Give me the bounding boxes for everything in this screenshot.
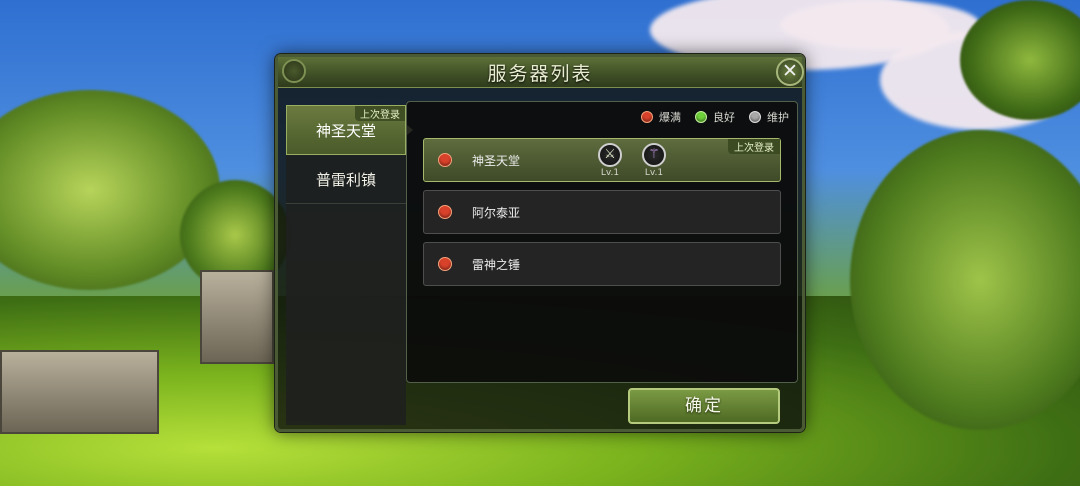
last-login-tag: 上次登录 [355,106,405,121]
server-name: 阿尔泰亚 [472,205,521,220]
status-good-icon [695,111,707,123]
legend-item-full: 爆满 [641,109,681,125]
server-list-dialog: 服务器列表 ✕ 上次登录 神圣天堂 普雷利镇 爆满 良好 维护 神圣天堂 ⚔ L… [275,54,805,432]
server-panel: 爆满 良好 维护 神圣天堂 ⚔ Lv.1 ⚚ Lv.1 上次登录 阿尔泰亚 雷神… [406,101,798,383]
status-maintenance-icon [749,111,761,123]
status-full-icon [438,205,452,219]
badge-level: Lv.1 [600,168,620,178]
confirm-button[interactable]: 确定 [628,388,780,424]
region-item-sacred-heaven[interactable]: 上次登录 神圣天堂 [286,105,413,155]
legend-label: 维护 [767,111,789,124]
close-button[interactable]: ✕ [776,58,804,86]
last-login-tag: 上次登录 [728,139,780,154]
legend-label: 良好 [713,111,735,124]
status-full-icon [438,153,452,167]
badge-level: Lv.1 [644,168,664,178]
status-legend: 爆满 良好 维护 [641,109,789,125]
region-list: 上次登录 神圣天堂 普雷利镇 [286,105,413,425]
legend-item-good: 良好 [695,109,735,125]
status-full-icon [438,257,452,271]
crossed-swords-icon: ⚔ [598,143,622,167]
wand-icon: ⚚ [642,143,666,167]
corner-ornament-icon [282,59,306,83]
server-row-sacred-heaven[interactable]: 神圣天堂 ⚔ Lv.1 ⚚ Lv.1 上次登录 [423,138,781,182]
server-name: 神圣天堂 [472,153,521,168]
character-badge: ⚔ Lv.1 [596,143,624,178]
dialog-title: 服务器列表 [487,62,593,85]
server-row-altaia[interactable]: 阿尔泰亚 [423,190,781,234]
server-row-thor-hammer[interactable]: 雷神之锤 [423,242,781,286]
dialog-titlebar: 服务器列表 ✕ [278,57,804,88]
region-item-prairie-town[interactable]: 普雷利镇 [286,155,406,204]
region-item-label: 普雷利镇 [315,170,376,189]
legend-item-maintenance: 维护 [749,109,789,125]
server-name: 雷神之锤 [472,257,521,272]
region-item-label: 神圣天堂 [315,121,376,140]
character-badge: ⚚ Lv.1 [640,143,668,178]
legend-label: 爆满 [659,111,681,124]
status-full-icon [641,111,653,123]
